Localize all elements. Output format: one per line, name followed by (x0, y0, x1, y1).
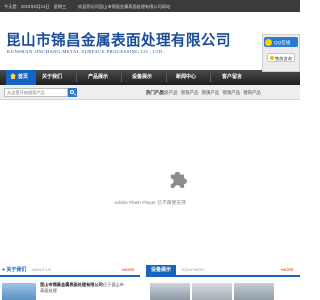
about-lead-text: 昆山市锦昌金属表面处理有限公司 (40, 282, 103, 287)
nav-item-about[interactable]: 关于我们 (42, 70, 62, 85)
about-body-text-2: 表面处理 (40, 288, 57, 293)
presales-consult-button[interactable]: 售前咨询 (267, 53, 295, 62)
hot-products-links: 镀金产品 镀银产品 镀镍产品 镀锡产品 镀铜产品 (160, 90, 263, 96)
search-button[interactable] (68, 88, 77, 97)
welcome-message: 欢迎您访问昆山市锦昌金属表面处理有限公司网站 (78, 3, 171, 9)
about-section-header: ● 关于我们 ABOUT US +MORE (0, 265, 140, 277)
about-section-subtitle: ABOUT US (32, 267, 52, 272)
nav-item-products[interactable]: 产品展示 (88, 70, 108, 85)
equipment-more-link[interactable]: +MORE (280, 268, 294, 272)
company-logo-chinese[interactable]: 昆山市锦昌金属表面处理有限公司 (6, 29, 231, 50)
equipment-photo[interactable] (150, 283, 190, 300)
flash-banner-area (0, 101, 300, 255)
about-summary: 昆山市锦昌金属表面处理有限公司位于昆山市 表面处理 (40, 282, 138, 294)
search-bar: 热门产品： 镀金产品 镀银产品 镀镍产品 镀锡产品 镀铜产品 (0, 85, 300, 100)
about-section-title[interactable]: ● 关于我们 (2, 265, 26, 275)
nav-item-home[interactable]: 首页 (6, 70, 36, 85)
site-header: 昆山市锦昌金属表面处理有限公司 KUNSHAN JINCHANG METAL S… (0, 12, 300, 70)
qq-small-icon (269, 56, 274, 60)
hot-link[interactable]: 镀锡产品 (222, 90, 240, 95)
company-photo (2, 283, 36, 300)
equipment-photo[interactable] (234, 283, 274, 300)
equipment-section-subtitle: EQUIPMENT (182, 267, 205, 272)
presales-consult-label: 售前咨询 (275, 56, 292, 61)
qq-online-panel: QQ在线 售前咨询 (262, 34, 300, 72)
hot-link[interactable]: 镀镍产品 (202, 90, 220, 95)
company-logo-english: KUNSHAN JINCHANG METAL SURFACE PROCESSIN… (7, 49, 165, 54)
search-icon (70, 89, 74, 94)
nav-item-equipment[interactable]: 设备展示 (132, 70, 152, 85)
flash-unsupported-message: Adobe Flash Player 已不再受支持 (114, 201, 186, 206)
about-body-text: 位于昆山市 (102, 282, 124, 287)
nav-item-guestbook[interactable]: 客户留言 (222, 70, 242, 85)
equipment-section-title[interactable]: 设备展示 (146, 265, 176, 275)
about-title-text: 关于我们 (6, 267, 27, 273)
qq-panel-title: QQ在线 (274, 39, 291, 45)
hot-link[interactable]: 镀金产品 (160, 90, 178, 95)
qq-panel-header: QQ在线 (264, 37, 298, 47)
top-info-bar: 今天是：2025年8月13日 星期三 欢迎您访问昆山市锦昌金属表面处理有限公司网… (0, 0, 300, 12)
qq-penguin-icon (265, 38, 272, 46)
nav-divider (210, 73, 211, 82)
missing-plugin-icon (170, 171, 187, 188)
nav-divider (76, 73, 77, 82)
home-icon (10, 73, 16, 79)
about-more-link[interactable]: +MORE (121, 268, 135, 272)
nav-divider (166, 73, 167, 82)
nav-item-news[interactable]: 新闻中心 (176, 70, 196, 85)
main-nav: 首页 关于我们 产品展示 设备展示 新闻中心 客户留言 (0, 70, 300, 85)
search-input[interactable] (4, 88, 68, 97)
equipment-photo[interactable] (192, 283, 232, 300)
hot-link[interactable]: 镀铜产品 (243, 90, 261, 95)
equipment-section-header: 设备展示 EQUIPMENT +MORE (146, 265, 300, 277)
current-date: 今天是：2025年8月13日 星期三 (4, 3, 67, 9)
nav-divider (121, 73, 122, 82)
nav-item-label: 首页 (18, 74, 29, 80)
hot-link[interactable]: 镀银产品 (181, 90, 199, 95)
